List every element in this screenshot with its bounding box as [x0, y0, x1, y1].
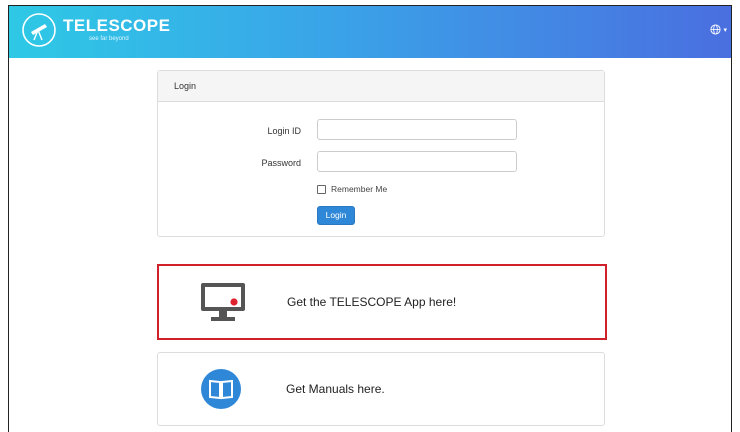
- remember-me-option[interactable]: Remember Me: [317, 184, 387, 194]
- manuals-card[interactable]: Get Manuals here.: [157, 352, 605, 426]
- language-selector[interactable]: ▾: [710, 24, 727, 35]
- login-id-label: Login ID: [267, 126, 301, 136]
- login-panel: Login Login ID Password Remember Me Logi…: [157, 70, 605, 237]
- telescope-logo-icon[interactable]: [21, 12, 57, 48]
- browser-frame: TELESCOPE see far beyond ▾ Login Login I…: [8, 5, 732, 432]
- globe-icon: [710, 24, 722, 35]
- password-label: Password: [261, 158, 301, 168]
- brand-name[interactable]: TELESCOPE: [63, 16, 170, 36]
- remember-me-checkbox[interactable]: [317, 184, 326, 194]
- chevron-down-icon: ▾: [723, 26, 727, 34]
- manuals-label[interactable]: Get Manuals here.: [286, 353, 385, 425]
- brand-tagline: see far beyond: [89, 36, 129, 42]
- remember-me-label: Remember Me: [331, 184, 388, 194]
- app-download-card[interactable]: Get the TELESCOPE App here!: [157, 264, 607, 340]
- book-icon: [201, 369, 241, 414]
- login-id-input[interactable]: [317, 119, 517, 140]
- top-navbar: TELESCOPE see far beyond ▾: [9, 6, 731, 58]
- password-input[interactable]: [317, 151, 517, 172]
- app-download-label[interactable]: Get the TELESCOPE App here!: [287, 266, 456, 338]
- login-panel-title: Login: [158, 71, 604, 102]
- login-button[interactable]: Login: [317, 206, 355, 225]
- monitor-icon: [201, 283, 245, 328]
